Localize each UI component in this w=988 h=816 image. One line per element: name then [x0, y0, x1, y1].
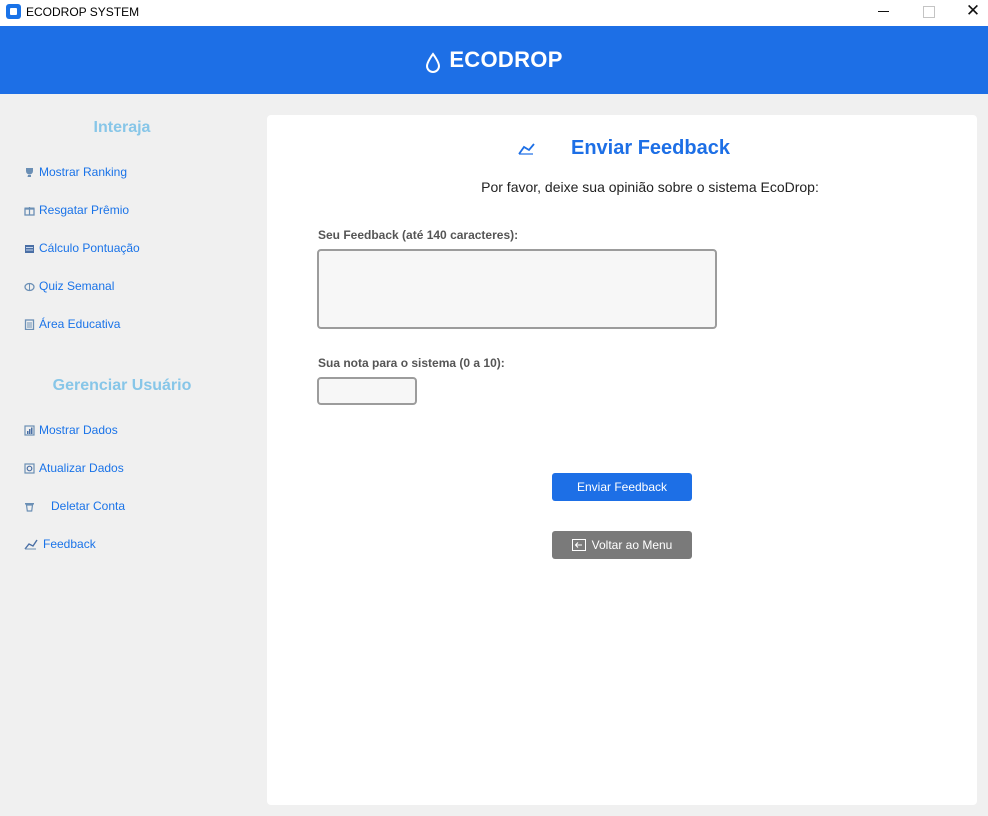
writing-hand-icon	[24, 539, 38, 550]
rating-label: Sua nota para o sistema (0 a 10):	[318, 356, 505, 370]
writing-hand-icon	[518, 143, 535, 155]
sidebar-item-feedback[interactable]: Feedback	[24, 535, 96, 553]
maximize-button[interactable]	[905, 0, 951, 26]
chart-icon	[24, 424, 35, 436]
page-title: Enviar Feedback	[571, 137, 730, 159]
app-icon	[6, 4, 21, 19]
minimize-button[interactable]	[860, 0, 906, 26]
sidebar-item-label: Atualizar Dados	[39, 461, 124, 475]
gift-icon	[24, 206, 35, 216]
rating-input[interactable]	[317, 377, 417, 405]
sidebar-item-mostrar-dados[interactable]: Mostrar Dados	[24, 421, 118, 439]
close-button[interactable]: ✕	[950, 0, 988, 26]
sidebar-item-label: Mostrar Dados	[39, 423, 118, 437]
window-title: ECODROP SYSTEM	[26, 5, 140, 19]
sidebar-item-label: Feedback	[43, 537, 96, 551]
sidebar-item-atualizar-dados[interactable]: Atualizar Dados	[24, 459, 124, 477]
window-titlebar: ECODROP SYSTEM ✕	[0, 0, 988, 26]
sidebar-item-label: Cálculo Pontuação	[39, 241, 140, 255]
feedback-textarea[interactable]	[317, 249, 717, 329]
brain-icon	[24, 282, 35, 291]
book-icon	[24, 318, 35, 330]
calculator-icon	[25, 244, 34, 253]
trash-icon	[25, 502, 34, 512]
sidebar-item-area-educativa[interactable]: Área Educativa	[24, 315, 120, 333]
sidebar-item-label: Deletar Conta	[51, 499, 126, 513]
sidebar-item-mostrar-ranking[interactable]: Mostrar Ranking	[24, 163, 127, 181]
sidebar-item-label: Mostrar Ranking	[39, 165, 128, 179]
sidebar-item-resgatar-premio[interactable]: Resgatar Prêmio	[24, 201, 129, 219]
back-to-menu-button[interactable]: Voltar ao Menu	[552, 531, 692, 559]
feedback-panel: Enviar Feedback Por favor, deixe sua opi…	[267, 115, 977, 805]
sidebar-item-label: Resgatar Prêmio	[39, 203, 130, 217]
send-feedback-label: Enviar Feedback	[576, 480, 668, 494]
water-drop-icon	[426, 52, 441, 73]
app-title: ECODROP	[449, 47, 563, 72]
app-header: ECODROP	[0, 26, 988, 94]
panel-header: Enviar Feedback	[267, 137, 977, 163]
sidebar-section-interaja: Interaja	[93, 119, 151, 136]
sidebar-item-calculo-pontuacao[interactable]: Cálculo Pontuação	[24, 239, 140, 257]
sidebar-item-label: Quiz Semanal	[39, 279, 115, 293]
sidebar-item-deletar-conta[interactable]: Deletar Conta	[24, 497, 125, 515]
sidebar-item-label: Área Educativa	[39, 317, 121, 331]
send-feedback-button[interactable]: Enviar Feedback	[552, 473, 692, 501]
feedback-label: Seu Feedback (até 140 caracteres):	[318, 228, 519, 242]
back-to-menu-label: Voltar ao Menu	[591, 538, 673, 552]
sidebar-item-quiz-semanal[interactable]: Quiz Semanal	[24, 277, 114, 295]
refresh-icon	[24, 462, 35, 474]
trophy-icon	[26, 167, 33, 177]
back-arrow-icon	[571, 539, 586, 551]
sidebar-section-gerenciar-usuario: Gerenciar Usuário	[52, 377, 192, 394]
page-subtitle: Por favor, deixe sua opinião sobre o sis…	[481, 179, 819, 195]
sidebar: Interaja Mostrar Ranking Resgatar Prêmio…	[0, 94, 250, 816]
